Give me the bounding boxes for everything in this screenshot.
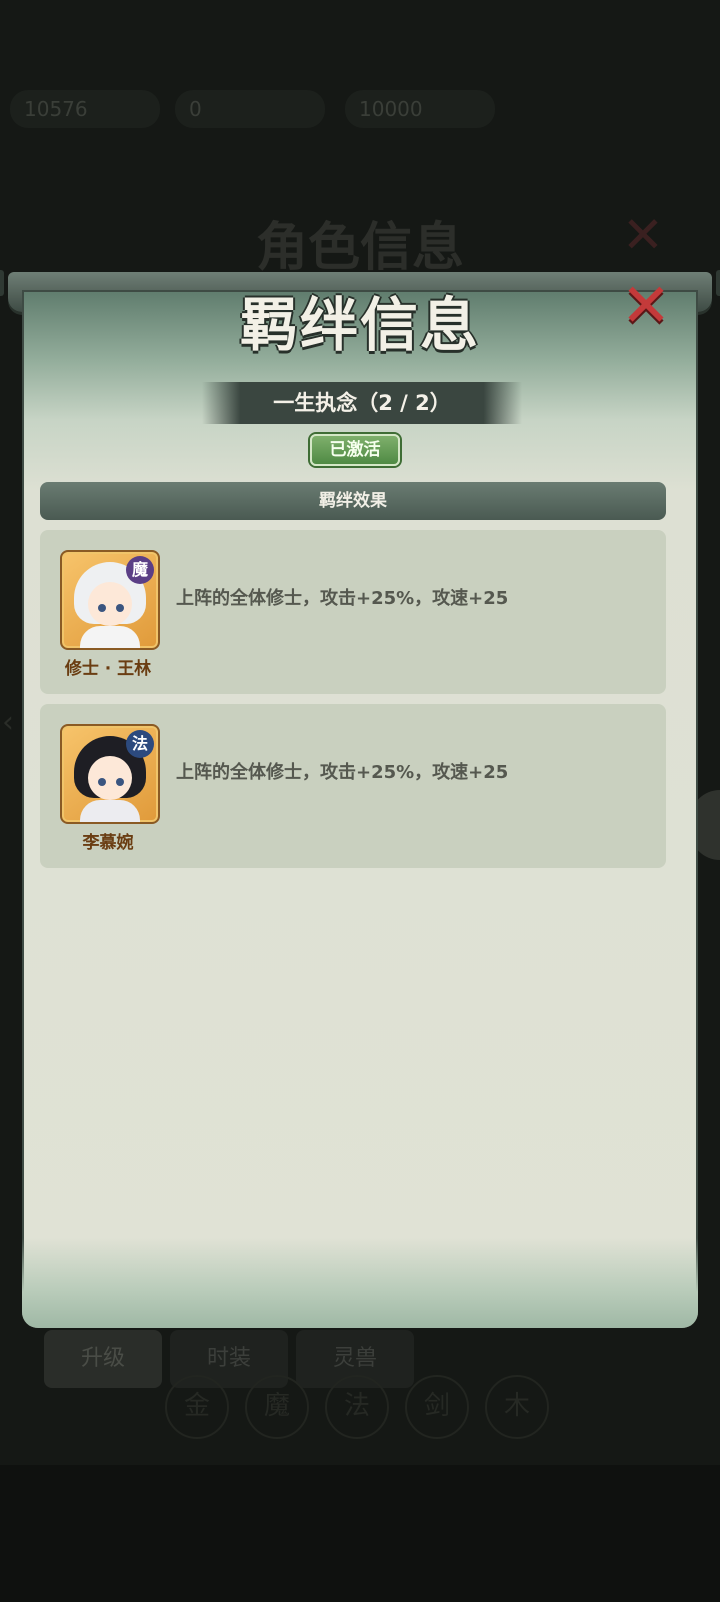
- character-portrait[interactable]: 魔: [60, 550, 160, 650]
- background-circle: 剑: [405, 1375, 469, 1439]
- background-stat: 0: [175, 90, 325, 128]
- portrait-face: [88, 756, 132, 800]
- scroll-end-right: [716, 270, 720, 296]
- background-circle: 法: [325, 1375, 389, 1439]
- character-portrait[interactable]: 法: [60, 724, 160, 824]
- bond-info-dialog: 一生执念（2 / 2） 已激活 羁绊效果 魔 修士 · 王林 上阵的全体修士，攻…: [0, 270, 720, 1328]
- scroll-end-left: [0, 270, 4, 296]
- status-badge: 已激活: [310, 434, 400, 466]
- portrait-face: [88, 582, 132, 626]
- portrait-eye: [98, 604, 106, 612]
- background-circle: 魔: [245, 1375, 309, 1439]
- bond-effect-text: 上阵的全体修士，攻击+25%，攻速+25: [176, 762, 509, 783]
- background-chevron-left-icon: ‹: [2, 705, 14, 740]
- background-circle: 木: [485, 1375, 549, 1439]
- background-stat: 10000: [345, 90, 495, 128]
- background-tab: 升级: [44, 1330, 162, 1388]
- section-header: 羁绊效果: [40, 482, 666, 520]
- portrait-eye: [98, 778, 106, 786]
- portrait-eye: [116, 604, 124, 612]
- background-stats: 10576 0 10000: [10, 90, 710, 130]
- portrait-outfit: [80, 626, 140, 648]
- bond-name-banner: 一生执念（2 / 2）: [202, 382, 522, 424]
- background-stat: 10576: [10, 90, 160, 128]
- faction-tag-icon: 魔: [126, 556, 154, 584]
- close-icon: ✕: [620, 271, 672, 341]
- bond-member-card: 魔 修士 · 王林 上阵的全体修士，攻击+25%，攻速+25: [40, 530, 666, 694]
- background-close-icon: ✕: [622, 206, 664, 264]
- bond-member-card: 法 李慕婉 上阵的全体修士，攻击+25%，攻速+25: [40, 704, 666, 868]
- bond-effect-text: 上阵的全体修士，攻击+25%，攻速+25: [176, 588, 509, 609]
- background-circle: 金: [165, 1375, 229, 1439]
- background-title: 角色信息: [255, 217, 464, 278]
- character-name: 李慕婉: [82, 833, 134, 853]
- dialog-title: 羁绊信息: [239, 291, 480, 359]
- faction-tag-icon: 法: [126, 730, 154, 758]
- close-button[interactable]: ✕: [616, 276, 676, 336]
- character-name: 修士 · 王林: [64, 659, 152, 679]
- dialog-panel: 一生执念（2 / 2） 已激活 羁绊效果 魔 修士 · 王林 上阵的全体修士，攻…: [22, 290, 698, 1328]
- panel-wave-decoration: [22, 1238, 698, 1328]
- background-bottom-nav: [0, 1465, 720, 1602]
- portrait-eye: [116, 778, 124, 786]
- portrait-outfit: [80, 800, 140, 822]
